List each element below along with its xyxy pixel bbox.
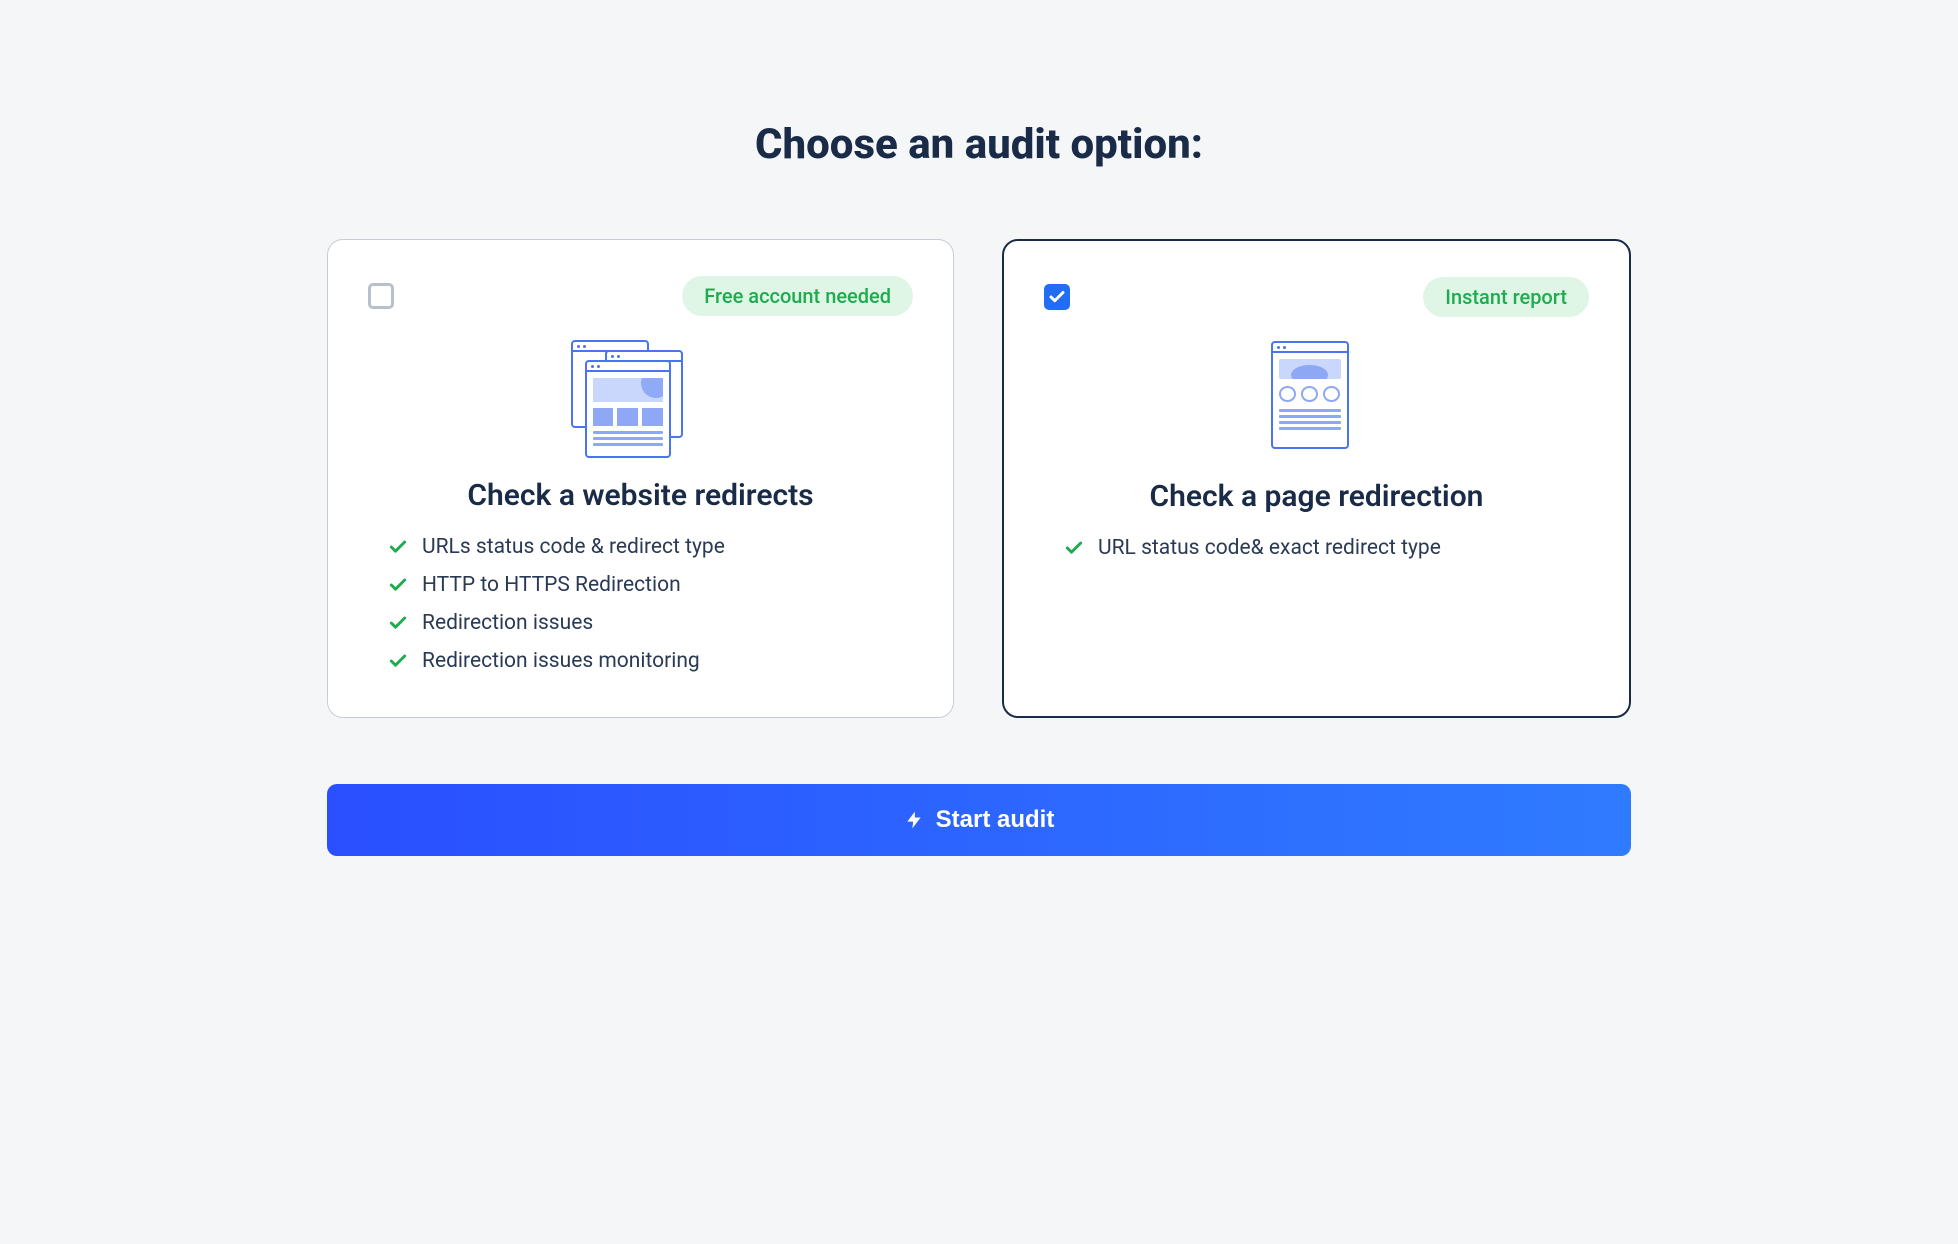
check-icon bbox=[388, 575, 408, 595]
feature-text: URLs status code & redirect type bbox=[422, 535, 725, 559]
feature-text: URL status code& exact redirect type bbox=[1098, 536, 1441, 560]
card-title: Check a page redirection bbox=[1044, 479, 1589, 514]
feature-item: URL status code& exact redirect type bbox=[1064, 536, 1589, 560]
feature-item: HTTP to HTTPS Redirection bbox=[388, 573, 913, 597]
feature-item: Redirection issues monitoring bbox=[388, 649, 913, 673]
check-icon bbox=[388, 537, 408, 557]
card-title: Check a website redirects bbox=[368, 478, 913, 513]
option-card-page-redirection[interactable]: Instant report Check a page redirectio bbox=[1002, 239, 1631, 718]
illustration-website bbox=[368, 340, 913, 460]
checkbox-unchecked-icon[interactable] bbox=[368, 283, 394, 309]
check-icon bbox=[388, 651, 408, 671]
start-audit-label: Start audit bbox=[936, 806, 1055, 834]
feature-text: Redirection issues monitoring bbox=[422, 649, 700, 673]
audit-option-chooser: Choose an audit option: Free account nee… bbox=[327, 120, 1631, 856]
option-cards: Free account needed bbox=[327, 239, 1631, 718]
check-icon bbox=[1064, 538, 1084, 558]
feature-item: Redirection issues bbox=[388, 611, 913, 635]
bolt-icon bbox=[904, 810, 924, 830]
feature-list: URL status code& exact redirect type bbox=[1044, 536, 1589, 560]
option-card-website-redirects[interactable]: Free account needed bbox=[327, 239, 954, 718]
card-top-row: Free account needed bbox=[368, 276, 913, 316]
feature-text: Redirection issues bbox=[422, 611, 593, 635]
badge-instant-report: Instant report bbox=[1423, 277, 1589, 317]
page-title: Choose an audit option: bbox=[327, 120, 1631, 169]
illustration-page bbox=[1044, 341, 1589, 461]
feature-text: HTTP to HTTPS Redirection bbox=[422, 573, 681, 597]
checkbox-checked-icon[interactable] bbox=[1044, 284, 1070, 310]
check-icon bbox=[388, 613, 408, 633]
badge-free-account: Free account needed bbox=[682, 276, 913, 316]
feature-list: URLs status code & redirect type HTTP to… bbox=[368, 535, 913, 673]
card-top-row: Instant report bbox=[1044, 277, 1589, 317]
feature-item: URLs status code & redirect type bbox=[388, 535, 913, 559]
start-audit-button[interactable]: Start audit bbox=[327, 784, 1631, 856]
